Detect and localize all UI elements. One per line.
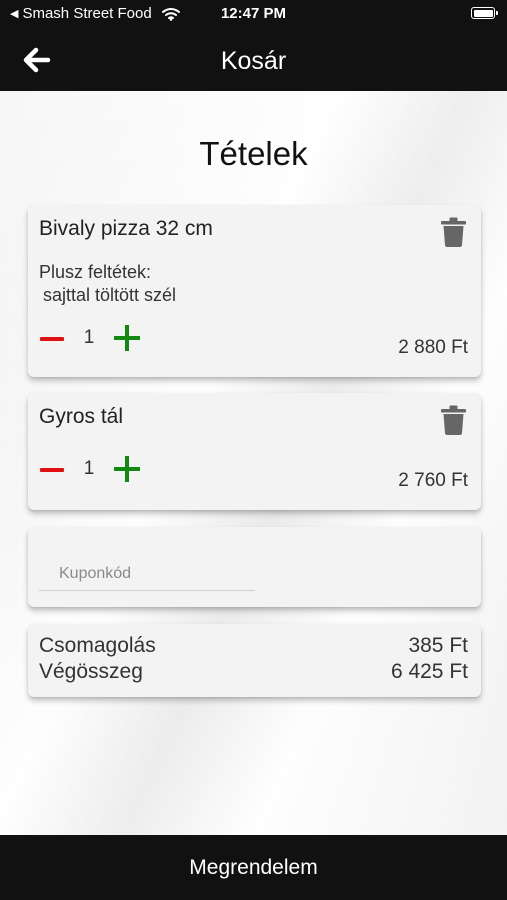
total-value: 6 425 Ft	[390, 660, 468, 683]
summary-card: Csomagolás 385 Ft Végösszeg 6 425 Ft	[28, 624, 481, 697]
status-time: 12:47 PM	[220, 5, 287, 22]
cart-item-card: Bivaly pizza 32 cm Plusz feltétek: sajtt…	[28, 205, 481, 377]
quantity-value: 1	[83, 458, 95, 479]
coupon-input[interactable]	[39, 557, 255, 591]
trash-icon[interactable]	[441, 217, 466, 247]
order-button[interactable]: Megrendelem	[0, 835, 507, 900]
quantity-value: 1	[83, 327, 95, 348]
minus-icon	[40, 468, 64, 472]
battery-icon	[471, 7, 498, 19]
cart-item-card: Gyros tál 1 2 760 Ft	[28, 393, 481, 510]
coupon-card	[28, 527, 481, 607]
packaging-label: Csomagolás	[39, 634, 156, 657]
extras-label: Plusz feltétek:	[39, 262, 152, 282]
total-label: Végösszeg	[39, 660, 143, 683]
decrease-quantity-button[interactable]	[34, 457, 70, 483]
item-price: 2 880 Ft	[398, 337, 468, 358]
trash-icon[interactable]	[441, 405, 466, 435]
status-bar: ◀ Smash Street Food 12:47 PM	[0, 0, 507, 28]
packaging-value: 385 Ft	[408, 634, 468, 657]
minus-icon	[40, 337, 64, 341]
item-name: Gyros tál	[39, 405, 124, 428]
section-title: Tételek	[199, 135, 308, 172]
cart-content: Tételek Bivaly pizza 32 cm Plusz feltéte…	[0, 91, 507, 835]
increase-quantity-button[interactable]	[114, 456, 140, 482]
nav-bar: Kosár	[0, 28, 507, 91]
extras-value: sajttal töltött szél	[43, 285, 177, 305]
item-name: Bivaly pizza 32 cm	[39, 217, 213, 240]
decrease-quantity-button[interactable]	[34, 326, 70, 352]
item-price: 2 760 Ft	[398, 470, 468, 491]
page-title: Kosár	[220, 47, 287, 75]
increase-quantity-button[interactable]	[114, 325, 140, 351]
